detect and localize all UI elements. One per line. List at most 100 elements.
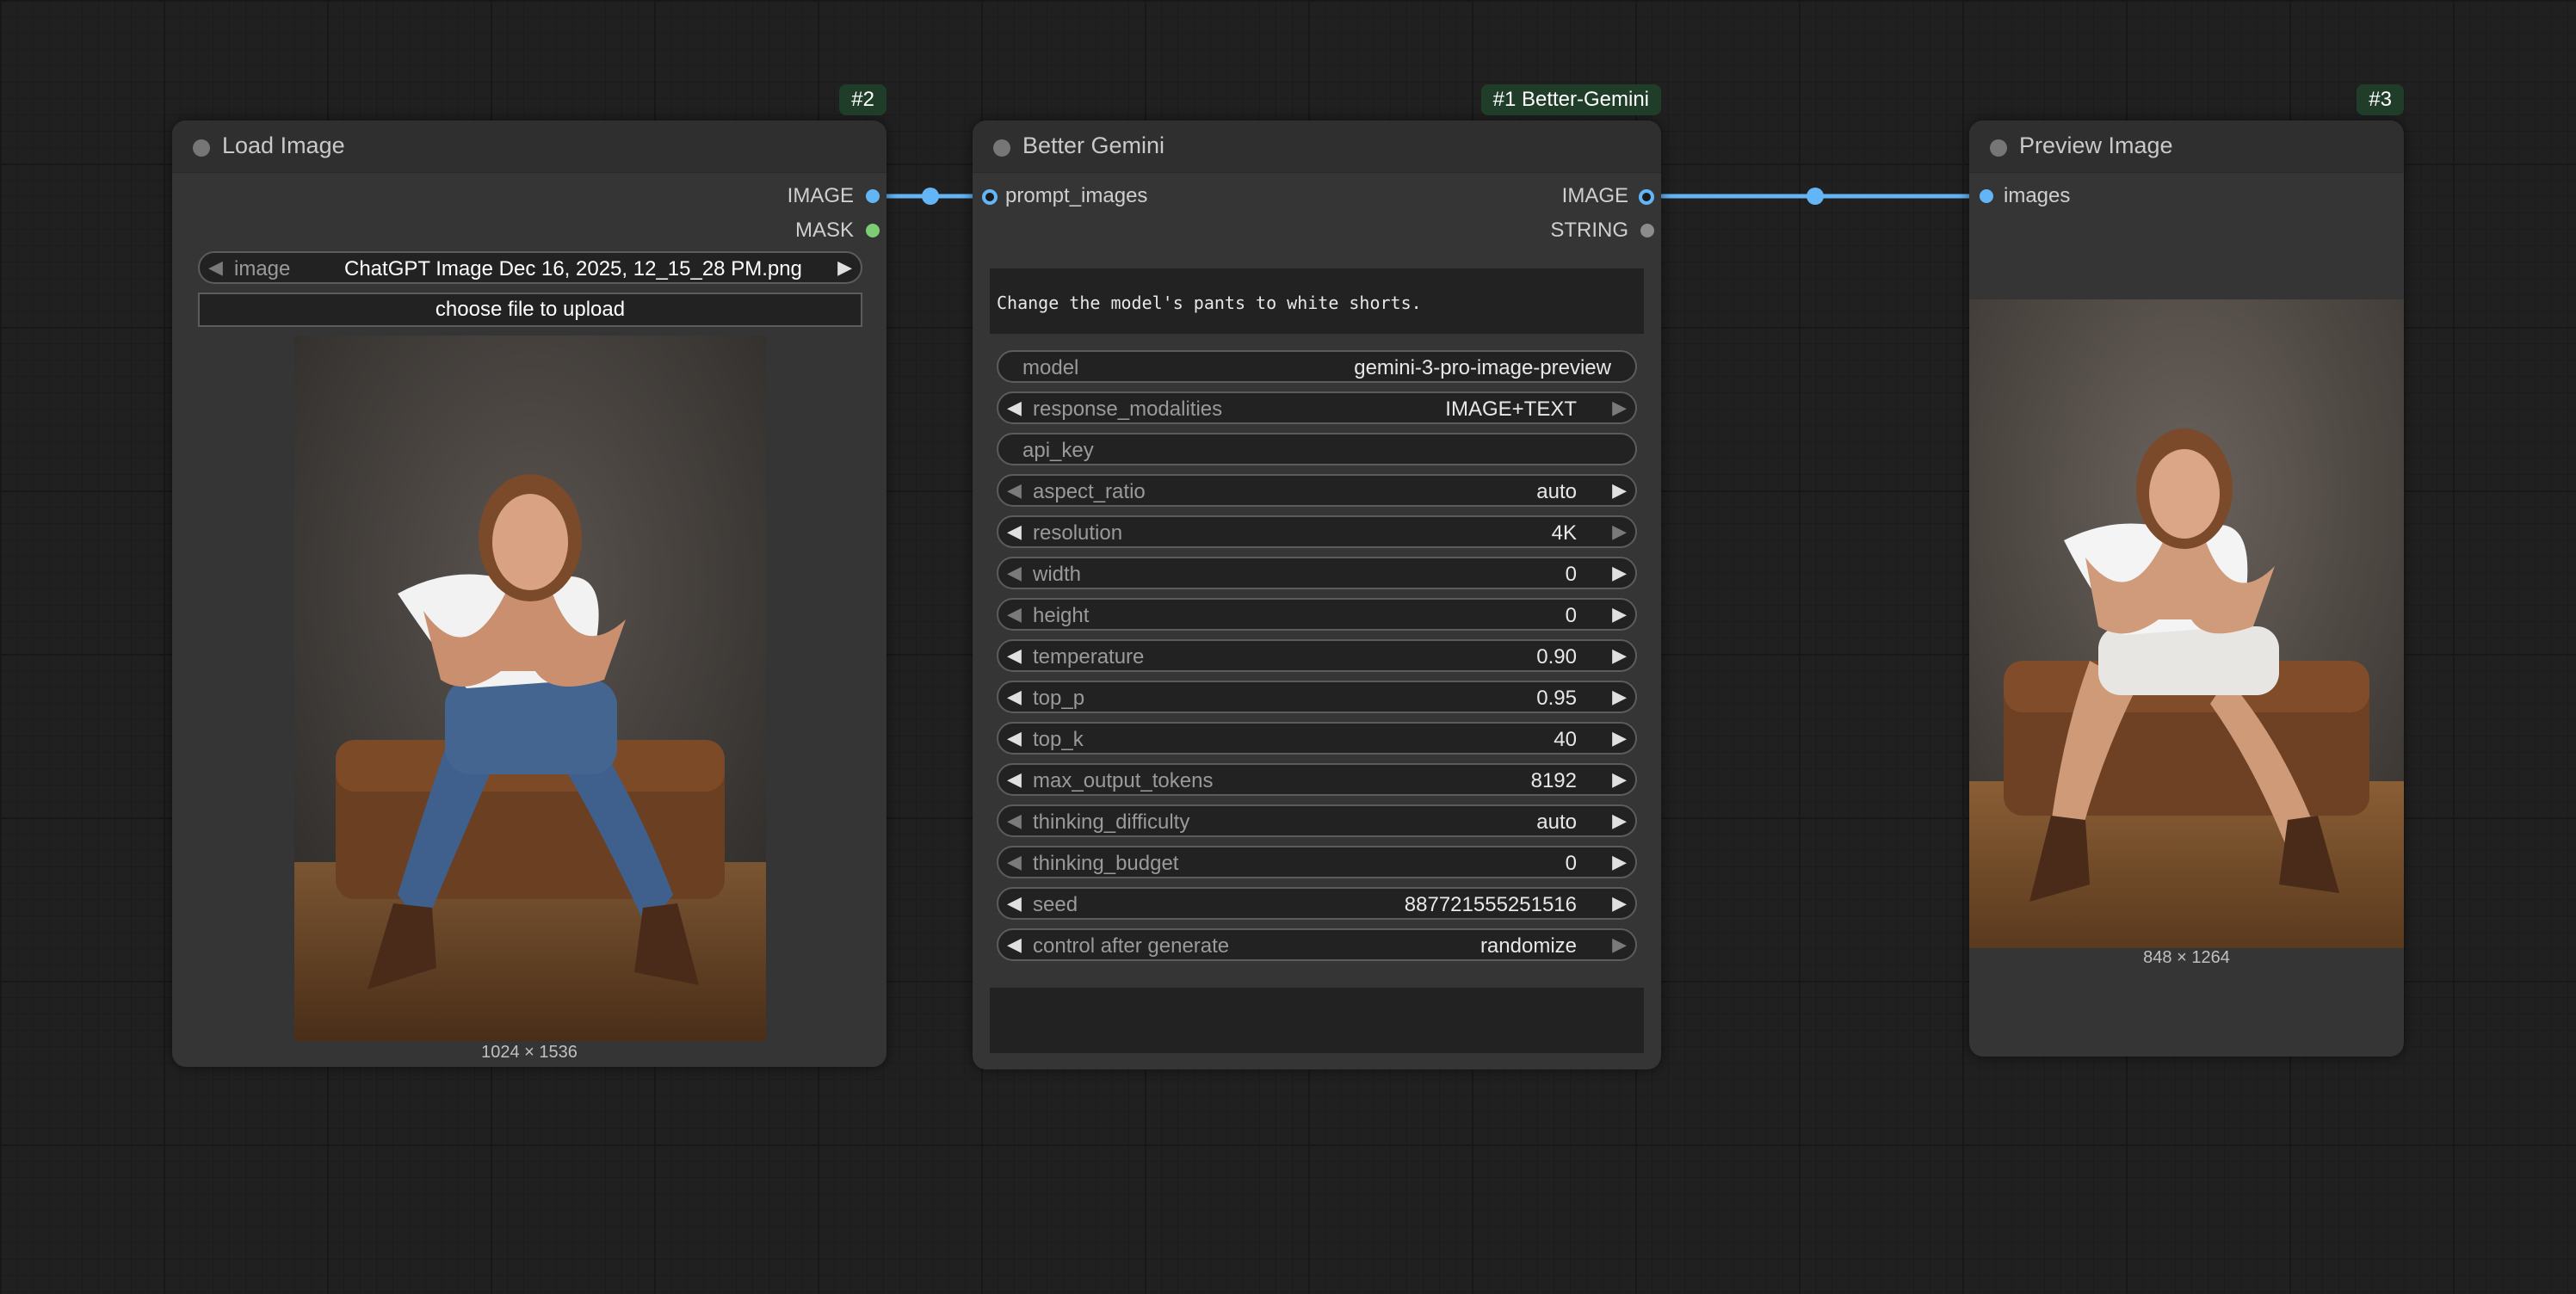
widget-label: model [1022,356,1079,379]
image-combo-value: ChatGPT Image Dec 16, 2025, 12_15_28 PM.… [344,257,802,280]
width-widget[interactable]: ◀ width 0 ▶ [997,557,1637,589]
widget-value: 8192 [1530,769,1577,792]
left-arrow-icon[interactable]: ◀ [1007,934,1022,956]
output-slot-mask[interactable] [866,224,880,237]
widget-label: thinking_difficulty [1033,810,1190,834]
node-header[interactable]: Better Gemini [973,120,1661,173]
temperature-widget[interactable]: ◀ temperature 0.90 ▶ [997,639,1637,672]
widget-value: 0 [1565,604,1577,627]
widget-label: width [1033,563,1082,586]
link-midpoint-1[interactable] [922,188,939,205]
widget-value: 40 [1554,728,1577,751]
node-id-badge: #3 [2357,84,2404,115]
widget-label: seed [1033,893,1078,916]
seed-widget[interactable]: ◀ seed 887721555251516 ▶ [997,887,1637,920]
right-arrow-icon[interactable]: ▶ [1612,727,1627,749]
right-arrow-icon[interactable]: ▶ [1612,686,1627,708]
left-arrow-icon[interactable]: ◀ [208,256,223,279]
height-widget[interactable]: ◀ height 0 ▶ [997,598,1637,631]
left-arrow-icon[interactable]: ◀ [1007,644,1022,667]
left-arrow-icon[interactable]: ◀ [1007,727,1022,749]
widget-label: top_k [1033,728,1084,751]
photo-girl-shorts [1969,299,2404,948]
left-arrow-icon[interactable]: ◀ [1007,397,1022,419]
image-combo-label: image [234,257,291,280]
input-slot-prompt-images[interactable] [982,189,998,205]
control-after-generate-widget[interactable]: ◀ control after generate randomize ▶ [997,928,1637,961]
left-arrow-icon[interactable]: ◀ [1007,562,1022,584]
right-arrow-icon[interactable]: ▶ [1612,521,1627,543]
left-arrow-icon[interactable]: ◀ [1007,521,1022,543]
right-arrow-icon[interactable]: ▶ [1612,562,1627,584]
right-arrow-icon[interactable]: ▶ [1612,768,1627,791]
widget-value: auto [1536,810,1577,834]
right-arrow-icon[interactable]: ▶ [1612,603,1627,625]
output-label-mask: MASK [794,219,854,242]
widget-value: randomize [1480,934,1577,958]
widget-label: temperature [1033,645,1145,669]
widget-label: api_key [1022,439,1094,462]
load-image-node[interactable]: #2 Load Image IMAGE MASK ◀ image ChatGPT… [172,84,886,1067]
left-arrow-icon[interactable]: ◀ [1007,479,1022,502]
response-modalities-widget[interactable]: ◀ response_modalities IMAGE+TEXT ▶ [997,391,1637,424]
aspect-ratio-widget[interactable]: ◀ aspect_ratio auto ▶ [997,474,1637,507]
left-arrow-icon[interactable]: ◀ [1007,892,1022,915]
image-dimensions-label: 848 × 1264 [2143,948,2230,967]
left-arrow-icon[interactable]: ◀ [1007,851,1022,873]
right-arrow-icon[interactable]: ▶ [1612,479,1627,502]
right-arrow-icon[interactable]: ▶ [1612,892,1627,915]
preview-image-node[interactable]: #3 Preview Image images 848 × 1264 [1969,84,2404,1057]
thinking-budget-widget[interactable]: ◀ thinking_budget 0 ▶ [997,846,1637,878]
right-arrow-icon[interactable]: ▶ [837,256,852,279]
node-title: Load Image [222,132,345,158]
widget-label: control after generate [1033,934,1230,958]
image-combo-widget[interactable]: ◀ image ChatGPT Image Dec 16, 2025, 12_1… [198,251,862,284]
output-slot-string[interactable] [1640,224,1654,237]
node-title: Preview Image [2019,132,2173,158]
node-header[interactable]: Preview Image [1969,120,2404,173]
right-arrow-icon[interactable]: ▶ [1612,934,1627,956]
max-output-tokens-widget[interactable]: ◀ max_output_tokens 8192 ▶ [997,763,1637,796]
model-widget[interactable]: model gemini-3-pro-image-preview [997,350,1637,383]
left-arrow-icon[interactable]: ◀ [1007,686,1022,708]
output-label-image: IMAGE [787,184,854,207]
choose-file-button[interactable]: choose file to upload [198,293,862,327]
widget-value: 0 [1565,852,1577,875]
output-label-string: STRING [1550,219,1628,242]
widget-value: 887721555251516 [1404,893,1577,916]
top-p-widget[interactable]: ◀ top_p 0.95 ▶ [997,681,1637,713]
right-arrow-icon[interactable]: ▶ [1612,810,1627,832]
right-arrow-icon[interactable]: ▶ [1612,644,1627,667]
node-status-dot-icon[interactable] [193,139,210,157]
widget-value: gemini-3-pro-image-preview [1354,356,1611,379]
top-k-widget[interactable]: ◀ top_k 40 ▶ [997,722,1637,755]
left-arrow-icon[interactable]: ◀ [1007,603,1022,625]
node-header[interactable]: Load Image [172,120,886,173]
prompt-textarea[interactable]: Change the model's pants to white shorts… [990,268,1644,334]
widget-value: 0 [1565,563,1577,586]
link-midpoint-2[interactable] [1807,188,1824,205]
node-id-badge: #1 Better-Gemini [1480,84,1661,115]
widget-value: 4K [1551,521,1577,545]
right-arrow-icon[interactable]: ▶ [1612,397,1627,419]
better-gemini-node[interactable]: #1 Better-Gemini Better Gemini prompt_im… [973,84,1661,1069]
output-slot-image[interactable] [1639,189,1654,205]
node-status-dot-icon[interactable] [993,139,1010,157]
input-label-prompt-images: prompt_images [1005,184,1148,207]
image-dimensions-label: 1024 × 1536 [481,1043,578,1062]
input-slot-images[interactable] [1980,189,1993,203]
widget-value: auto [1536,480,1577,503]
node-status-dot-icon[interactable] [1990,139,2007,157]
text-output-box[interactable] [990,988,1644,1053]
widget-value: IMAGE+TEXT [1445,397,1577,421]
left-arrow-icon[interactable]: ◀ [1007,768,1022,791]
loaded-image-preview [294,336,766,1041]
thinking-difficulty-widget[interactable]: ◀ thinking_difficulty auto ▶ [997,804,1637,837]
right-arrow-icon[interactable]: ▶ [1612,851,1627,873]
widget-label: max_output_tokens [1033,769,1214,792]
widget-label: top_p [1033,687,1085,710]
output-slot-image[interactable] [866,189,880,203]
resolution-widget[interactable]: ◀ resolution 4K ▶ [997,515,1637,548]
left-arrow-icon[interactable]: ◀ [1007,810,1022,832]
api-key-widget[interactable]: api_key [997,433,1637,465]
